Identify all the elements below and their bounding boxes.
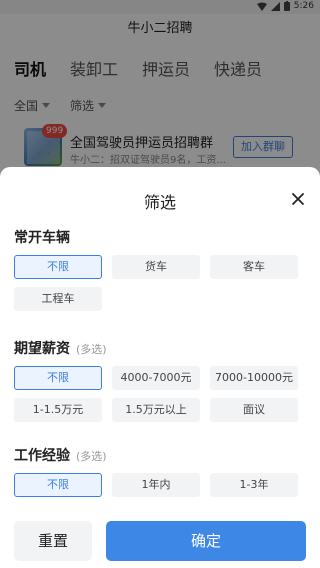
section-title-vehicle: 常开车辆 [14, 227, 70, 247]
section-label: 常开车辆 [14, 230, 70, 246]
sheet-title: 筛选 [143, 193, 176, 212]
section-title-salary: 期望薪资 (多选) [14, 338, 107, 358]
section-title-experience: 工作经验 (多选) [14, 445, 107, 465]
section-label: 期望薪资 [14, 341, 70, 357]
chip-salary-15k-plus[interactable]: 1.5万元以上 [112, 398, 200, 422]
sheet-footer: 重置 确定 [0, 509, 320, 568]
chip-salary-10k-15k[interactable]: 1-1.5万元 [14, 398, 102, 422]
chip-vehicle-bus[interactable]: 客车 [210, 255, 298, 279]
reset-button[interactable]: 重置 [14, 521, 92, 561]
chip-salary-7000-10000[interactable]: 7000-10000元 [210, 366, 298, 390]
close-icon[interactable] [290, 191, 306, 207]
chip-salary-any[interactable]: 不限 [14, 366, 102, 390]
chip-salary-negotiable[interactable]: 面议 [210, 398, 298, 422]
chip-vehicle-construction[interactable]: 工程车 [14, 287, 102, 311]
chip-vehicle-truck[interactable]: 货车 [112, 255, 200, 279]
chip-salary-4000-7000[interactable]: 4000-7000元 [112, 366, 200, 390]
chip-vehicle-any[interactable]: 不限 [14, 255, 102, 279]
chip-exp-under-1y[interactable]: 1年内 [112, 473, 200, 497]
chip-exp-any[interactable]: 不限 [14, 473, 102, 497]
multi-select-hint: (多选) [76, 343, 107, 356]
chip-exp-1-3y[interactable]: 1-3年 [210, 473, 298, 497]
section-label: 工作经验 [14, 448, 70, 464]
filter-sheet: 筛选 常开车辆 不限 货车 客车 工程车 期望薪资 (多选) 不限 4000-70… [0, 167, 320, 568]
confirm-button[interactable]: 确定 [106, 521, 306, 561]
multi-select-hint: (多选) [76, 450, 107, 463]
